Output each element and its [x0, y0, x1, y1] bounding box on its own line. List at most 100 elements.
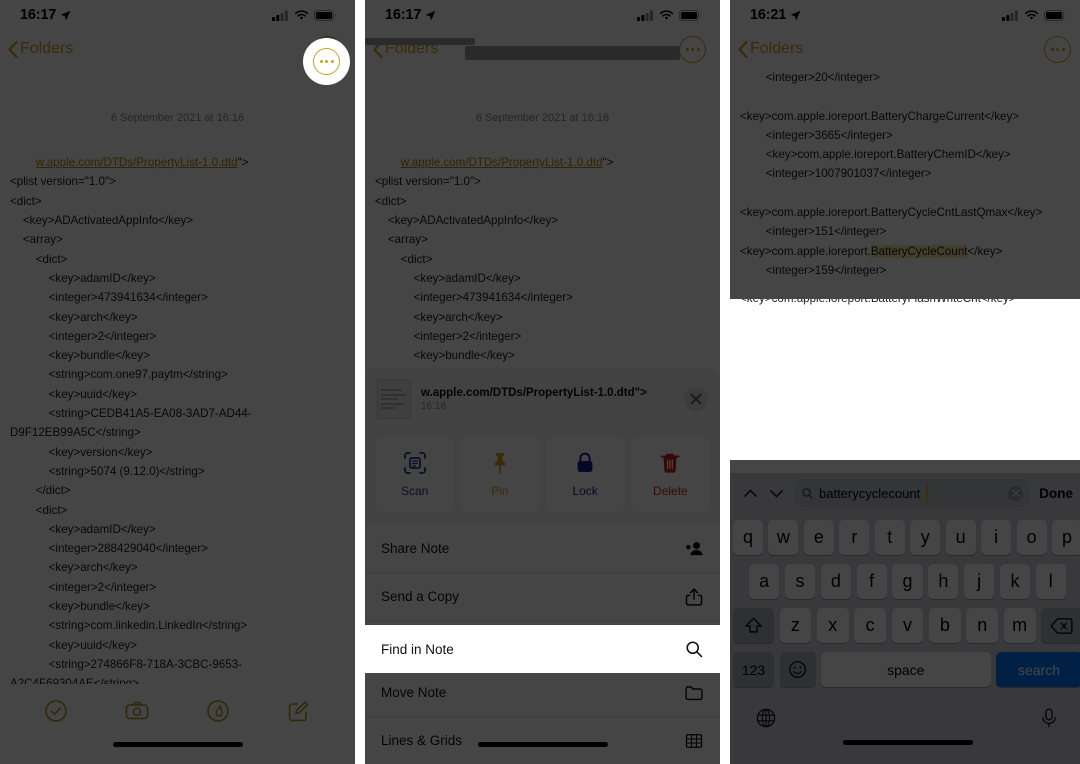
emoji-key[interactable]	[779, 652, 816, 687]
key-x[interactable]: x	[816, 608, 849, 643]
home-indicator[interactable]	[477, 742, 608, 747]
quick-action-delete[interactable]: Delete	[630, 436, 710, 512]
key-i[interactable]: i	[981, 520, 1012, 555]
loading-progress-bar-title	[465, 46, 680, 60]
status-bar-icons	[272, 9, 337, 21]
search-key[interactable]: search	[996, 652, 1080, 687]
microphone-icon[interactable]	[1038, 707, 1060, 729]
done-button[interactable]: Done	[1039, 486, 1073, 501]
note-content[interactable]: 6 September 2021 at 16:16 w.apple.com/DT…	[0, 68, 355, 684]
battery-icon	[679, 9, 701, 21]
key-e[interactable]: e	[803, 520, 834, 555]
key-q[interactable]: q	[732, 520, 763, 555]
key-z[interactable]: z	[779, 608, 812, 643]
trash-icon	[660, 453, 680, 473]
space-key[interactable]: space	[821, 652, 991, 687]
home-indicator[interactable]	[112, 742, 243, 747]
scan-document-icon	[403, 451, 426, 474]
menu-item-label: Find in Note	[381, 641, 454, 657]
note-link[interactable]: w.apple.com/DTDs/PropertyList-1.0.dtd	[36, 156, 238, 169]
keyboard-row-3: z x c v b n m	[733, 608, 1080, 643]
more-options-button[interactable]	[1044, 35, 1071, 63]
more-options-button-highlighted[interactable]	[313, 48, 340, 75]
search-match-highlight: BatteryCycleCount	[870, 244, 968, 258]
search-query-text: batterycyclecount	[819, 485, 921, 501]
menu-item-share-note[interactable]: Share Note	[365, 524, 720, 572]
back-button-label: Folders	[750, 40, 804, 57]
shift-key[interactable]	[733, 608, 774, 643]
clear-search-button[interactable]	[1008, 485, 1024, 501]
menu-item-move-note[interactable]: Move Note	[365, 668, 720, 716]
key-c[interactable]: c	[854, 608, 887, 643]
menu-item-label: Send a Copy	[381, 589, 460, 604]
status-bar: 16:17	[0, 0, 355, 30]
folder-icon	[685, 685, 703, 700]
ellipsis-dot	[691, 47, 694, 51]
key-f[interactable]: f	[856, 564, 887, 599]
back-to-folders-button[interactable]: Folders	[8, 40, 73, 58]
key-h[interactable]: h	[928, 564, 959, 599]
spotlight-more-options[interactable]	[303, 38, 350, 85]
quick-action-label: Delete	[653, 483, 688, 498]
chevron-down-icon[interactable]	[768, 485, 785, 502]
key-k[interactable]: k	[999, 564, 1031, 599]
key-m[interactable]: m	[1003, 608, 1036, 643]
note-title: w.apple.com/DTDs/PropertyList-1.0.dtd">	[421, 386, 647, 399]
quick-action-pin[interactable]: Pin	[460, 436, 540, 512]
menu-item-send-a-copy[interactable]: Send a Copy	[365, 572, 720, 620]
share-up-arrow-icon	[685, 587, 703, 606]
close-button[interactable]	[684, 387, 708, 411]
key-j[interactable]: j	[963, 564, 995, 599]
action-sheet-title-group: w.apple.com/DTDs/PropertyList-1.0.dtd"> …	[421, 387, 674, 412]
note-match-prefix: <key>com.apple.ioreport.	[740, 244, 871, 258]
menu-item-label: Share Note	[381, 540, 450, 556]
action-sheet-header: w.apple.com/DTDs/PropertyList-1.0.dtd"> …	[365, 368, 720, 430]
keyboard-region: batterycyclecount Done q w e r t y u i o…	[730, 473, 1080, 764]
location-arrow-icon	[425, 10, 436, 20]
key-w[interactable]: w	[768, 520, 799, 555]
key-v[interactable]: v	[891, 608, 924, 643]
camera-icon[interactable]	[125, 699, 149, 723]
note-action-sheet: w.apple.com/DTDs/PropertyList-1.0.dtd"> …	[365, 368, 720, 764]
home-indicator[interactable]	[842, 740, 973, 745]
key-y[interactable]: y	[910, 520, 941, 555]
ellipsis-dot	[330, 60, 334, 63]
navigation-bar: Folders	[0, 30, 355, 68]
globe-icon[interactable]	[755, 707, 777, 729]
status-bar-time-group: 16:17	[20, 7, 71, 23]
chevron-up-icon[interactable]	[742, 485, 759, 502]
key-t[interactable]: t	[874, 520, 905, 555]
key-d[interactable]: d	[820, 564, 851, 599]
key-o[interactable]: o	[1016, 520, 1047, 555]
key-p[interactable]: p	[1052, 520, 1080, 555]
key-s[interactable]: s	[784, 564, 816, 599]
note-link[interactable]: w.apple.com/DTDs/PropertyList-1.0.dtd	[401, 156, 603, 169]
spotlight-find-in-note[interactable]: Find in Note	[365, 625, 720, 673]
quick-action-lock[interactable]: Lock	[545, 436, 625, 512]
note-xml-body: "> <plist version="1.0"> <dict> <key>ADA…	[10, 156, 252, 684]
search-input[interactable]: batterycyclecount	[794, 479, 1031, 507]
more-options-button[interactable]	[679, 35, 706, 63]
key-r[interactable]: r	[839, 520, 870, 555]
menu-item-find-in-note-highlighted[interactable]: Find in Note	[365, 625, 720, 673]
key-l[interactable]: l	[1035, 564, 1066, 599]
compose-icon[interactable]	[287, 699, 311, 723]
delete-key[interactable]	[1041, 608, 1080, 643]
quick-action-scan[interactable]: Scan	[375, 436, 455, 512]
numbers-key[interactable]: 123	[733, 652, 774, 687]
key-g[interactable]: g	[892, 564, 923, 599]
key-u[interactable]: u	[945, 520, 976, 555]
key-b[interactable]: b	[928, 608, 961, 643]
status-time: 16:17	[20, 7, 57, 23]
key-n[interactable]: n	[966, 608, 999, 643]
delete-icon	[1050, 617, 1073, 634]
checklist-icon[interactable]	[44, 699, 68, 723]
markup-pen-icon[interactable]	[206, 699, 230, 723]
back-to-folders-button[interactable]: Folders	[738, 40, 803, 58]
status-bar-time-group: 16:21	[750, 7, 801, 23]
note-toolbar	[0, 684, 355, 738]
pin-icon	[494, 452, 506, 474]
key-a[interactable]: a	[749, 564, 780, 599]
lock-icon	[577, 452, 593, 472]
ellipsis-dot	[319, 60, 323, 63]
